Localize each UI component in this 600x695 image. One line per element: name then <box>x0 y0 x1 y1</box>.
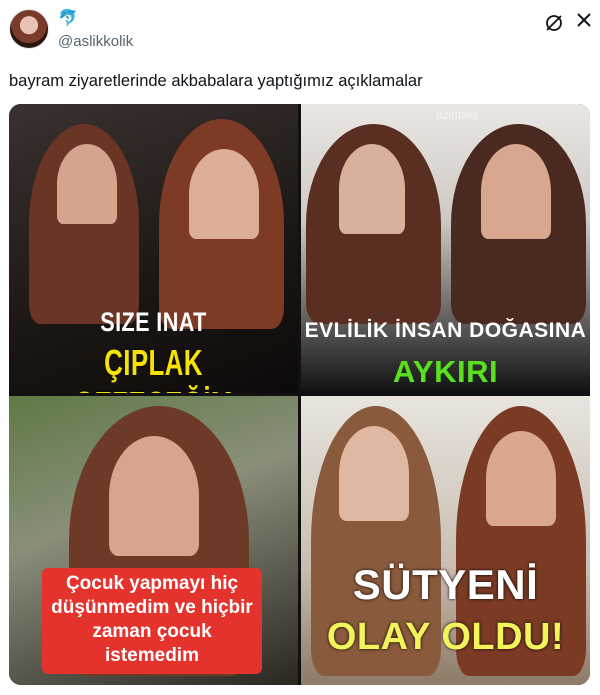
media-panel-1: SIZE INAT ÇIPLAK GEZECEĞİM <box>9 104 298 393</box>
caption-line-1: EVLİLİK İNSAN DOĞASINA <box>304 319 587 342</box>
face-right <box>189 149 259 239</box>
dolphin-icon: 🐬 <box>58 10 78 27</box>
caption-line-2: AYKIRI <box>392 354 499 389</box>
face-left <box>339 144 405 234</box>
post-header: 🐬 @aslikkolik <box>0 0 600 60</box>
face-left <box>339 426 409 521</box>
caption-line-1: SIZE INAT <box>100 307 207 337</box>
caption-box: Çocuk yapmayı hiç düşünmedim ve hiçbir z… <box>42 568 262 674</box>
media-grid[interactable]: SIZE INAT ÇIPLAK GEZECEĞİM azintliks EVL… <box>9 104 590 685</box>
face-left <box>57 144 117 224</box>
media-panel-3: Çocuk yapmayı hiç düşünmedim ve hiçbir z… <box>9 396 298 685</box>
no-sign-icon[interactable] <box>543 12 565 34</box>
caption-line-1: SÜTYENİ <box>352 561 539 608</box>
user-handle[interactable]: @aslikkolik <box>58 33 133 50</box>
face-right <box>481 144 551 239</box>
watermark: azintliks <box>436 108 479 122</box>
avatar[interactable] <box>9 9 49 49</box>
media-panel-4: SÜTYENİ OLAY OLDU! <box>301 396 590 685</box>
media-panel-2: azintliks EVLİLİK İNSAN DOĞASINA AYKIRI <box>301 104 590 393</box>
caption-line-2: OLAY OLDU! <box>326 616 565 658</box>
post-text: bayram ziyaretlerinde akbabalara yaptığı… <box>9 72 423 90</box>
x-logo-icon[interactable] <box>576 12 592 28</box>
face-right <box>486 431 556 526</box>
caption-line-2: ÇIPLAK GEZECEĞİM <box>74 342 232 393</box>
face <box>109 436 199 556</box>
